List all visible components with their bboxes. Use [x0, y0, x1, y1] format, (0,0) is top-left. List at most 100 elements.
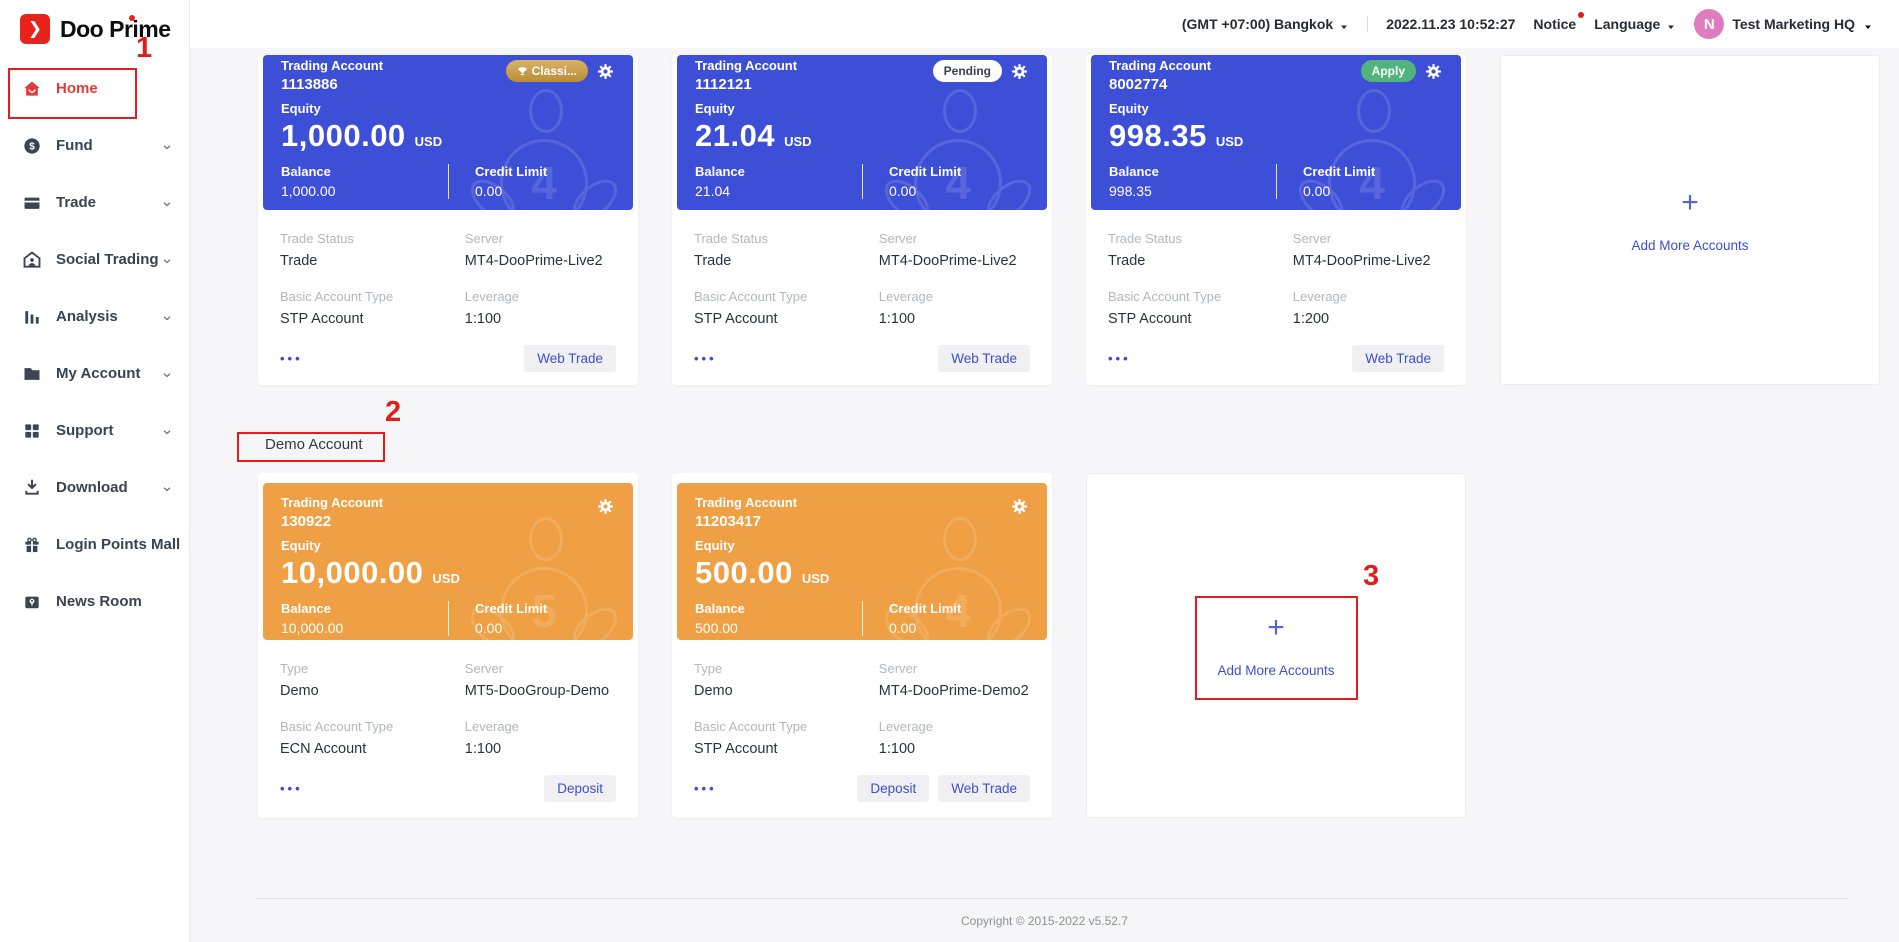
sidebar-item-trade[interactable]: Trade: [0, 174, 189, 231]
detail-label: Type: [694, 661, 879, 676]
balance-value: 10,000.00: [281, 620, 448, 636]
logo-red-dot: [129, 15, 135, 21]
detail-value: Trade: [1108, 253, 1293, 269]
detail-label: Leverage: [465, 289, 616, 304]
balance-label: Balance: [695, 164, 862, 179]
detail-label: Basic Account Type: [694, 719, 879, 734]
timezone-selector[interactable]: (GMT +07:00) Bangkok: [1182, 16, 1349, 32]
account-number: 11203417: [695, 513, 797, 530]
user-menu[interactable]: N Test Marketing HQ: [1694, 9, 1873, 39]
more-options-icon[interactable]: •••: [280, 351, 303, 366]
more-options-icon[interactable]: •••: [1108, 351, 1131, 366]
detail-value: ECN Account: [280, 741, 465, 757]
trading-account-card: Trading Account 1113886 Classi...: [258, 55, 638, 385]
currency-label: USD: [1216, 134, 1243, 149]
avatar: N: [1694, 9, 1724, 39]
deposit-button[interactable]: Deposit: [544, 775, 616, 802]
detail-value: Demo: [694, 683, 879, 699]
balance-value: 998.35: [1109, 183, 1276, 199]
live-accounts-row: Trading Account 1113886 Classi...: [190, 55, 1899, 385]
detail-label: Leverage: [879, 289, 1030, 304]
account-status-badge[interactable]: Pending: [933, 60, 1002, 82]
equity-value: 500.00: [695, 555, 793, 591]
sidebar-item-label: Fund: [56, 137, 161, 154]
sidebar-item-label: Download: [56, 479, 161, 496]
demo-section-header: Demo Account: [258, 432, 1899, 462]
sidebar-item-fund[interactable]: $ Fund: [0, 117, 189, 174]
wallet-icon: [22, 193, 42, 213]
chevron-down-icon: [161, 482, 173, 494]
credit-limit-label: Credit Limit: [475, 164, 615, 179]
app-window: ❯ Doo Prime Home $ Fund: [0, 0, 1899, 942]
detail-label: Server: [879, 661, 1030, 676]
sidebar-item-home[interactable]: Home: [0, 60, 189, 117]
detail-label: Basic Account Type: [280, 289, 465, 304]
trading-account-label: Trading Account: [281, 495, 383, 510]
sidebar-item-my-account[interactable]: My Account: [0, 345, 189, 402]
more-options-icon[interactable]: •••: [694, 781, 717, 796]
settings-gear-icon[interactable]: [1424, 62, 1443, 81]
chevron-down-icon: [161, 140, 173, 152]
doo-prime-logo[interactable]: ❯ Doo Prime: [0, 0, 189, 44]
detail-label: Server: [465, 231, 616, 246]
notification-dot: [1578, 12, 1584, 18]
chevron-down-icon: [161, 425, 173, 437]
account-tier-badge[interactable]: Classi...: [506, 60, 588, 82]
add-more-accounts-label: Add More Accounts: [1631, 238, 1748, 253]
trading-account-card: Trading Account 1112121 Pending Equity 2…: [672, 55, 1052, 385]
copyright-text: Copyright © 2015-2022 v5.52.7: [190, 914, 1899, 928]
detail-value: 1:100: [465, 311, 616, 327]
settings-gear-icon[interactable]: [1010, 497, 1029, 516]
credit-limit-value: 0.00: [475, 183, 615, 199]
web-trade-button[interactable]: Web Trade: [524, 345, 616, 372]
chevron-down-icon: [1863, 19, 1873, 29]
settings-gear-icon[interactable]: [1010, 62, 1029, 81]
sidebar-item-social-trading[interactable]: Social Trading: [0, 231, 189, 288]
deposit-button[interactable]: Deposit: [857, 775, 929, 802]
equity-value: 21.04: [695, 118, 775, 154]
notice-link[interactable]: Notice: [1533, 16, 1576, 32]
web-trade-button[interactable]: Web Trade: [1352, 345, 1444, 372]
detail-value: Trade: [280, 253, 465, 269]
add-more-accounts-label: Add More Accounts: [1217, 663, 1334, 678]
balance-value: 21.04: [695, 183, 862, 199]
chevron-down-icon: [1666, 19, 1676, 29]
demo-account-card: Trading Account 11203417 Equity 500.00 U…: [672, 473, 1052, 818]
add-more-accounts-panel[interactable]: + Add More Accounts: [1500, 55, 1880, 385]
credit-limit-value: 0.00: [475, 620, 615, 636]
sidebar-item-news-room[interactable]: News Room: [0, 573, 189, 630]
sidebar-item-label: Trade: [56, 194, 161, 211]
detail-label: Trade Status: [694, 231, 879, 246]
news-room-icon: [22, 592, 42, 612]
sidebar-item-analysis[interactable]: Analysis: [0, 288, 189, 345]
credit-limit-label: Credit Limit: [475, 601, 615, 616]
trading-account-card: Trading Account 8002774 Apply Equity 998…: [1086, 55, 1466, 385]
detail-label: Server: [1293, 231, 1444, 246]
apply-badge[interactable]: Apply: [1361, 60, 1416, 82]
web-trade-button[interactable]: Web Trade: [938, 345, 1030, 372]
more-options-icon[interactable]: •••: [280, 781, 303, 796]
sidebar-item-download[interactable]: Download: [0, 459, 189, 516]
sidebar-item-login-points-mall[interactable]: Login Points Mall: [0, 516, 189, 573]
detail-label: Type: [280, 661, 465, 676]
more-options-icon[interactable]: •••: [694, 351, 717, 366]
balance-label: Balance: [1109, 164, 1276, 179]
web-trade-button[interactable]: Web Trade: [938, 775, 1030, 802]
add-more-accounts-panel[interactable]: + Add More Accounts: [1086, 473, 1466, 818]
plus-icon: +: [1681, 188, 1699, 218]
detail-value: Trade: [694, 253, 879, 269]
credit-limit-label: Credit Limit: [889, 601, 1029, 616]
currency-label: USD: [432, 571, 459, 586]
account-number: 1112121: [695, 76, 797, 93]
balance-label: Balance: [281, 601, 448, 616]
settings-gear-icon[interactable]: [596, 62, 615, 81]
page-footer: Copyright © 2015-2022 v5.52.7: [190, 898, 1899, 928]
language-selector[interactable]: Language: [1594, 16, 1676, 32]
trading-account-label: Trading Account: [281, 58, 383, 73]
equity-label: Equity: [1109, 101, 1443, 116]
sidebar-item-support[interactable]: Support: [0, 402, 189, 459]
balance-value: 500.00: [695, 620, 862, 636]
settings-gear-icon[interactable]: [596, 497, 615, 516]
equity-value: 1,000.00: [281, 118, 406, 154]
currency-label: USD: [802, 571, 829, 586]
